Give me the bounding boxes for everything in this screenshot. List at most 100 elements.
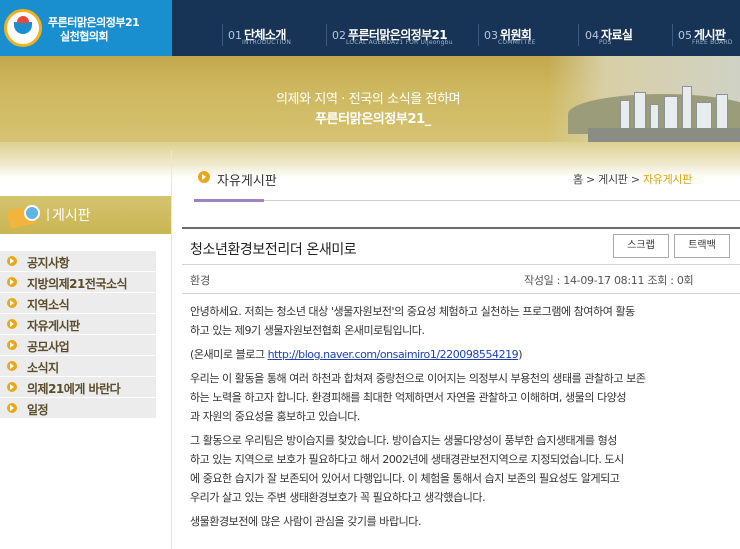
nav-separator	[222, 24, 223, 46]
arrow-bullet-icon	[7, 382, 17, 392]
post-paragraph: (온새미로 블로그 http://blog.naver.com/onsaimir…	[190, 345, 734, 364]
sidebar-menu: 공지사항 지방의제21전국소식 지역소식 자유게시판 공모사업 소식지 의제21…	[0, 251, 156, 419]
row-divider	[182, 293, 740, 294]
sidebar-item-suggestions[interactable]: 의제21에게 바란다	[0, 377, 156, 398]
nav-item-subtitle: LOCAL AGENDA21 FOR Uijeongbu	[346, 39, 453, 46]
arrow-bullet-icon	[7, 319, 17, 329]
sidebar-item-label: 지방의제21전국소식	[27, 277, 128, 291]
title-divider-accent	[194, 199, 264, 202]
sidebar-item-contest[interactable]: 공모사업	[0, 335, 156, 356]
building-shape	[696, 102, 712, 130]
sidebar-item-label: 자유게시판	[27, 319, 80, 333]
post-line: 과 자원의 중요성을 홍보하고 있습니다.	[190, 410, 360, 423]
nav-item-number: 02	[332, 29, 346, 42]
sidebar-item-label: 일정	[27, 403, 49, 417]
nav-item-committee[interactable]: 03 위원회 COMMITTEE	[484, 24, 535, 50]
post-line: 하고 있는 지역으로 보호가 필요하다고 해서 2002년에 생태경관보전지역으…	[190, 453, 624, 466]
sidebar-item-label: 의제21에게 바란다	[27, 382, 121, 396]
arrow-bullet-icon	[7, 361, 17, 371]
post-line: 하는 노력을 하고자 합니다. 환경피해를 최대한 억제하면서 자연을 관찰하고…	[190, 391, 627, 404]
board-icon-ball	[24, 205, 40, 221]
nav-item-number: 01	[228, 29, 242, 42]
arrow-bullet-icon	[7, 277, 17, 287]
site-logo[interactable]: 푸른터맑은의정부21 실천협의회	[0, 0, 172, 56]
nav-item-subtitle: FREE BOARD	[692, 39, 733, 46]
nav-item-subtitle: PDS	[599, 39, 612, 46]
city-road	[588, 128, 740, 142]
board-icon	[6, 202, 40, 229]
breadcrumb-separator: >	[586, 173, 595, 186]
sidebar-item-national-news[interactable]: 지방의제21전국소식	[0, 272, 156, 293]
sidebar-title-panel: | 게시판	[0, 196, 172, 234]
breadcrumb: 홈 > 게시판 > 자유게시판	[573, 171, 692, 187]
trackback-button[interactable]: 트랙백	[674, 234, 730, 258]
logo-emblem-icon	[4, 9, 42, 47]
row-divider	[182, 264, 740, 265]
blog-prefix: (온새미로 블로그	[190, 348, 268, 361]
post-line: 생물환경보전에 많은 사람이 관심을 갖기를 바랍니다.	[190, 515, 422, 528]
post-line: 우리가 살고 있는 주변 생태환경보호가 꼭 필요하다고 생각했습니다.	[190, 491, 486, 504]
building-shape	[620, 100, 630, 130]
nav-item-local-agenda[interactable]: 02 푸른터맑은의정부21 LOCAL AGENDA21 FOR Uijeongb…	[332, 24, 452, 50]
post-top-border	[182, 227, 740, 229]
building-shape	[716, 94, 728, 130]
post-line: 하고 있는 제9기 생물자원보전협회 온새미로팀입니다.	[190, 324, 425, 337]
post-line: 우리는 이 활동을 통해 여러 하천과 합쳐져 중랑천으로 이어지는 의정부시 …	[190, 372, 646, 385]
scrap-button[interactable]: 스크랩	[613, 234, 669, 258]
blog-link[interactable]: http://blog.naver.com/onsaimiro1/2200985…	[268, 348, 519, 361]
nav-item-number: 03	[484, 29, 498, 42]
breadcrumb-section-link[interactable]: 게시판	[598, 173, 628, 186]
post-body: 안녕하세요. 저희는 청소년 대상 '생물자원보전'의 중요성 체험하고 실천하…	[190, 302, 734, 536]
post-paragraph: 우리는 이 활동을 통해 여러 하천과 합쳐져 중랑천으로 이어지는 의정부시 …	[190, 369, 734, 426]
nav-item-pds[interactable]: 04 자료실 PDS	[585, 24, 633, 50]
page-title: 자유게시판	[217, 174, 277, 189]
breadcrumb-home-link[interactable]: 홈	[573, 173, 583, 186]
nav-item-subtitle: INTRODUCTION	[242, 39, 292, 46]
building-shape	[634, 92, 646, 130]
site-name-line2: 실천협의회	[60, 30, 109, 43]
nav-item-number: 05	[678, 29, 692, 42]
breadcrumb-current: 자유게시판	[642, 173, 693, 186]
banner-slogan-line2: 푸른터맑은의정부21_	[315, 112, 431, 127]
building-shape	[650, 104, 659, 130]
nav-separator	[326, 24, 327, 46]
nav-separator	[672, 24, 673, 46]
post-category: 환경	[190, 274, 211, 287]
content-divider	[171, 150, 172, 549]
blog-suffix: )	[518, 348, 523, 361]
nav-item-number: 04	[585, 29, 599, 42]
arrow-bullet-icon	[7, 403, 17, 413]
arrow-bullet-icon	[7, 298, 17, 308]
sidebar-item-free-board[interactable]: 자유게시판	[0, 314, 156, 335]
building-shape	[664, 96, 678, 130]
sidebar-title: 게시판	[52, 208, 91, 224]
sidebar-item-notice[interactable]: 공지사항	[0, 251, 156, 272]
nav-item-introduction[interactable]: 01 단체소개 INTRODUCTION	[228, 24, 291, 50]
post-line: 에 중요한 습지가 잘 보존되어 있어서 다행입니다. 이 체험을 통해서 습지…	[190, 472, 620, 485]
post-meta: 작성일 : 14-09-17 08:11 조회 : 0회	[524, 274, 694, 287]
post-paragraph: 생물환경보전에 많은 사람이 관심을 갖기를 바랍니다.	[190, 512, 734, 531]
page: 푸른터맑은의정부21 실천협의회 01 단체소개 INTRODUCTION 02 푸…	[0, 0, 740, 549]
sidebar-item-label: 소식지	[27, 361, 59, 375]
post-line: 그 활동으로 우리팀은 방이습지를 찾았습니다. 방이습지는 생물다양성이 풍부…	[190, 434, 617, 447]
nav-separator	[578, 24, 579, 46]
sidebar-item-local-news[interactable]: 지역소식	[0, 293, 156, 314]
nav-item-subtitle: COMMITTEE	[498, 39, 536, 46]
sidebar-item-schedule[interactable]: 일정	[0, 398, 156, 419]
sidebar-item-label: 지역소식	[27, 298, 70, 312]
sidebar-item-label: 공모사업	[27, 340, 70, 354]
nav-item-free-board[interactable]: 05 게시판 FREE BOARD	[678, 24, 732, 50]
arrow-bullet-icon	[7, 340, 17, 350]
building-shape	[682, 86, 692, 130]
post-paragraph: 그 활동으로 우리팀은 방이습지를 찾았습니다. 방이습지는 생물다양성이 풍부…	[190, 431, 734, 507]
title-divider	[194, 200, 740, 201]
post-paragraph: 안녕하세요. 저희는 청소년 대상 '생물자원보전'의 중요성 체험하고 실천하…	[190, 302, 734, 340]
city-skyline-image	[548, 56, 740, 142]
sidebar-title-divider: |	[46, 207, 51, 221]
banner-slogan-line1: 의제와 지역 · 전국의 소식을 전하며	[276, 92, 461, 107]
post-title: 청소년환경보전리더 온새미로	[190, 242, 357, 258]
post-line: 안녕하세요. 저희는 청소년 대상 '생물자원보전'의 중요성 체험하고 실천하…	[190, 305, 635, 318]
breadcrumb-separator: >	[630, 173, 640, 186]
sidebar-item-label: 공지사항	[27, 256, 70, 270]
sidebar-item-newsletter[interactable]: 소식지	[0, 356, 156, 377]
